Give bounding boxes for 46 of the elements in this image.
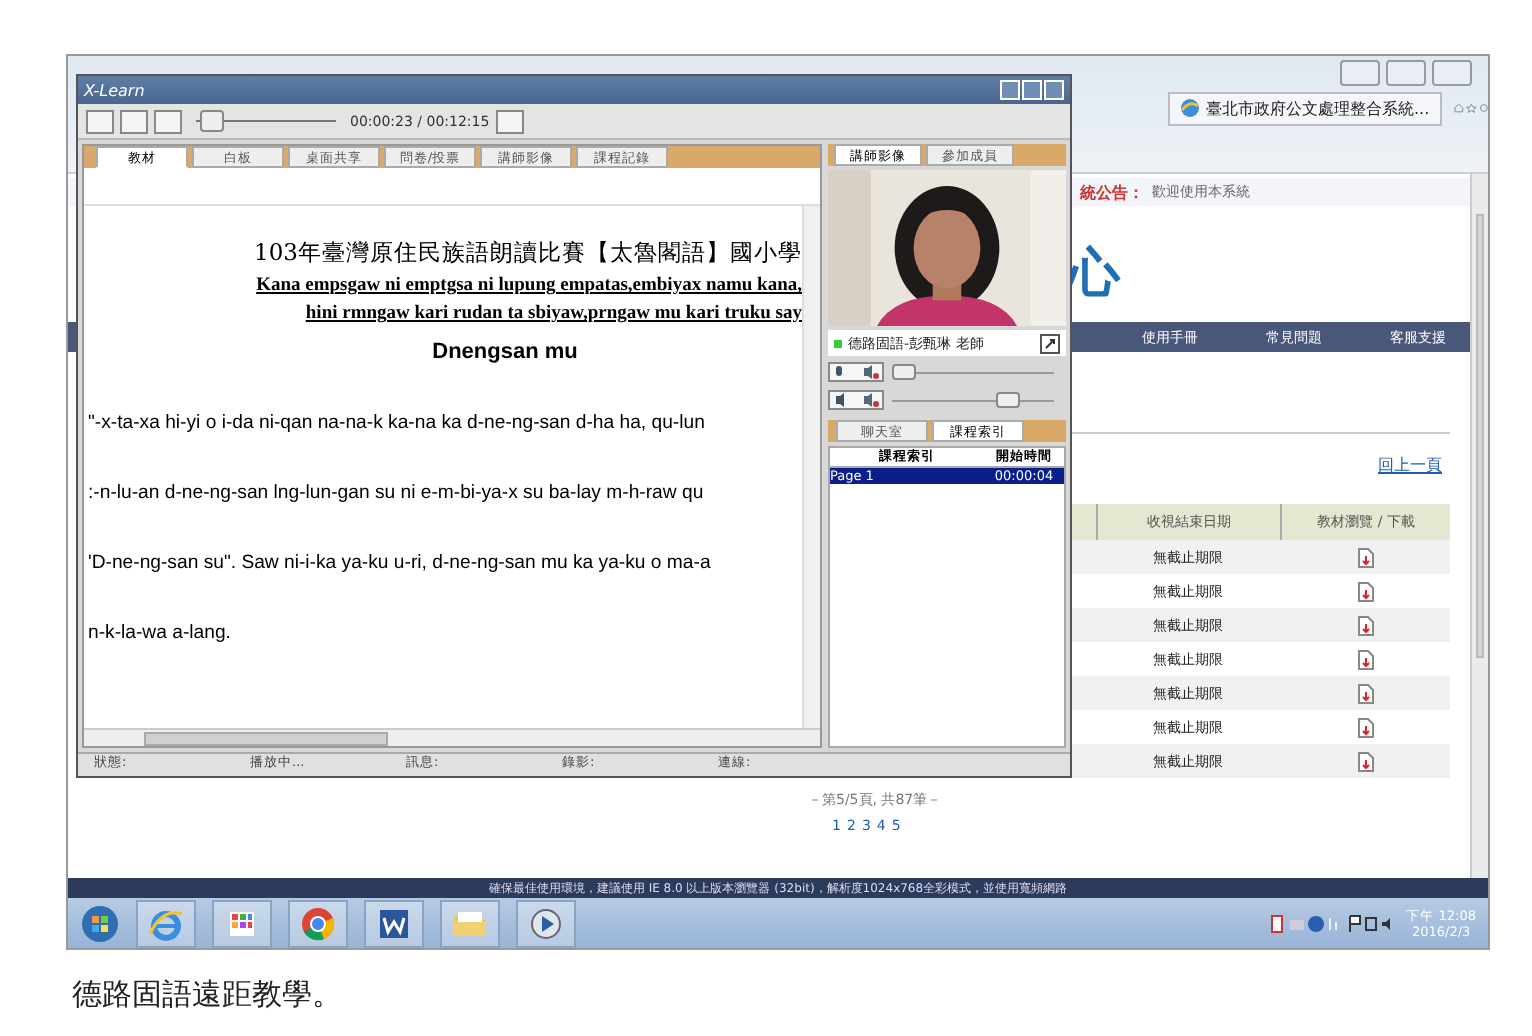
document-icon[interactable] <box>364 899 424 947</box>
text-line: 'D-ne-ng-san su". Saw ni-i-ka ya-ku u-ri, d-ne-ng-san mu ka ya-ku o ma-a <box>88 552 713 574</box>
restore-button[interactable] <box>1386 60 1426 86</box>
browser-tab[interactable]: 臺北市政府公文處理整合系統... <box>1168 91 1442 125</box>
apps-icon[interactable] <box>212 899 272 947</box>
pdf-icon[interactable] <box>1357 615 1373 635</box>
back-link[interactable]: 回上一頁 <box>1378 454 1442 476</box>
document-subtitle: Dnengsan mu <box>430 340 580 364</box>
text-line: "-x-ta-xa hi-yi o i-da ni-qan na-na-k ka-na ka d-ne-ng-san d-ha ha, qu-lun <box>88 412 707 434</box>
window-title: X-Learn <box>84 81 145 99</box>
popout-icon[interactable] <box>1040 333 1060 353</box>
tab-title: 臺北市政府公文處理整合系統... <box>1206 97 1430 119</box>
document-title: 103年臺灣原住民族語朗讀比賽【太魯閣語】國小學 <box>252 238 802 268</box>
speaker-toggle[interactable] <box>828 390 884 410</box>
verse-line: Kana empsgaw ni emptgsa ni lupung empatas,embiyax namu kana, <box>254 276 802 296</box>
browser-icon[interactable] <box>136 899 196 947</box>
media-player-icon[interactable] <box>516 899 576 947</box>
chrome-icon[interactable] <box>288 899 348 947</box>
pause-button[interactable] <box>120 109 148 133</box>
microphone-toggle[interactable] <box>828 362 884 382</box>
pdf-icon[interactable] <box>1357 751 1373 771</box>
figure-caption: 德路固語遠距教學。 <box>72 976 344 1014</box>
globe-icon <box>1180 98 1200 118</box>
tray-icons[interactable] <box>1270 913 1391 933</box>
text-line: :-n-lu-an d-ne-ng-san lng-lun-gan su ni e-m-bi-ya-x su ba-lay m-h-raw qu <box>88 482 706 504</box>
folder-icon[interactable] <box>440 899 500 947</box>
scrollbar[interactable] <box>802 206 820 728</box>
eject-button[interactable] <box>495 109 524 133</box>
scrollbar[interactable] <box>84 728 820 746</box>
pdf-icon[interactable] <box>1357 717 1373 737</box>
pdf-icon[interactable] <box>1357 649 1373 669</box>
seek-slider[interactable] <box>196 110 336 132</box>
close-button[interactable] <box>1432 60 1472 86</box>
help-button[interactable] <box>1000 80 1020 100</box>
scrollbar[interactable] <box>1470 174 1488 878</box>
verse-line: hini rmngaw kari rudan ta sbiyaw,prngaw mu kari truku say <box>303 304 802 324</box>
pdf-icon[interactable] <box>1357 581 1373 601</box>
start-button[interactable] <box>80 903 120 943</box>
play-button[interactable] <box>86 109 114 133</box>
text-line: n-k-la-wa a-lang. <box>88 622 233 644</box>
pdf-icon[interactable] <box>1357 547 1373 567</box>
toolbar-icons[interactable] <box>1453 98 1488 118</box>
stop-button[interactable] <box>154 109 182 133</box>
minimize-button[interactable] <box>1340 60 1380 86</box>
pdf-icon[interactable] <box>1357 683 1373 703</box>
announcement-label: 統公告： <box>1080 181 1144 203</box>
